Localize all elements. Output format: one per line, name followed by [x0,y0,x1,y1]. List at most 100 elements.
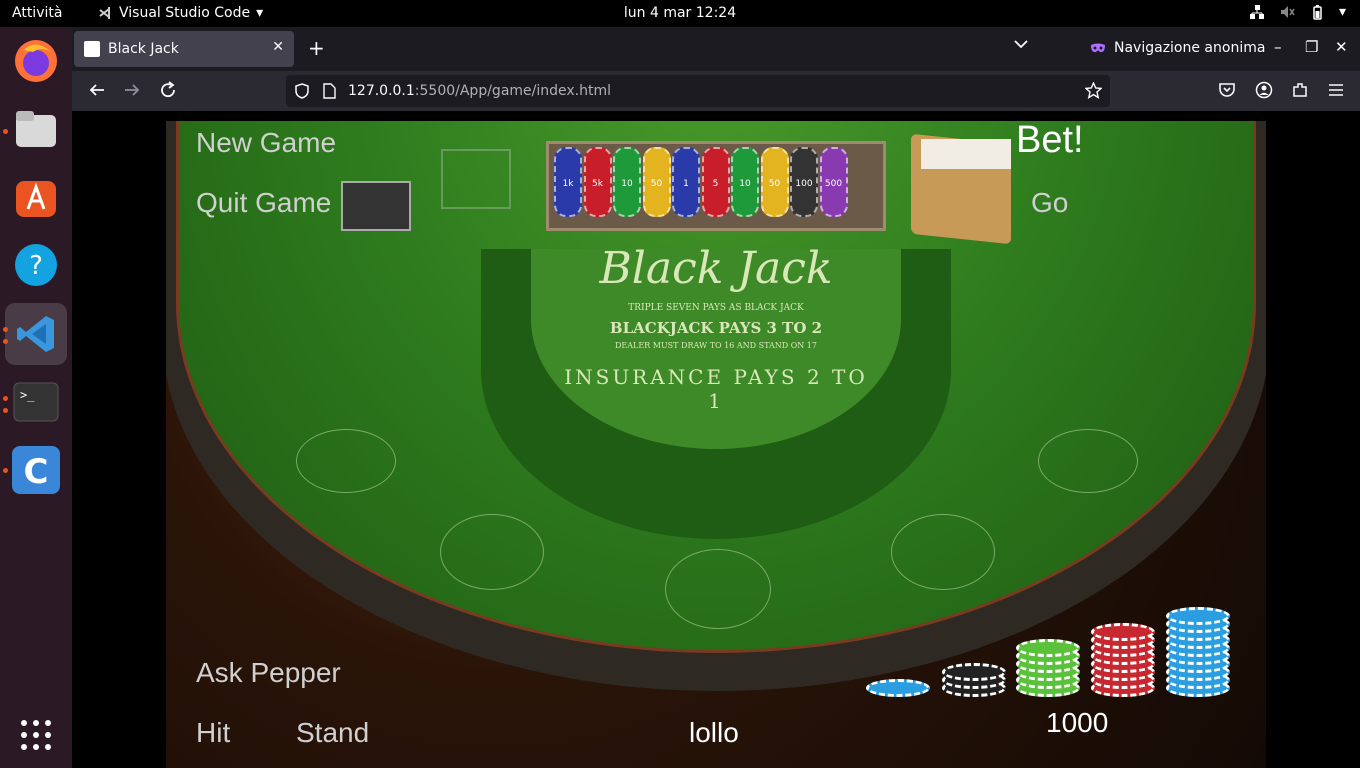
reload-icon[interactable] [159,81,177,99]
favicon-icon [84,41,100,57]
player-spot[interactable] [440,514,544,590]
table-title: Black Jack [599,243,833,294]
tray-chip-column: 500 [819,147,848,217]
network-icon [1249,5,1264,19]
tray-chip-label: 50 [650,179,663,189]
chip [1016,639,1080,657]
tab-strip: Black Jack ✕ + Navigazione anonima – ❐ ✕ [72,27,1360,71]
player-spot[interactable] [296,429,396,493]
list-tabs-icon[interactable] [1014,39,1028,49]
chip [1166,607,1230,625]
app-center-icon [16,181,56,217]
tray-chip-column: 5 [701,147,730,217]
dock-c-app[interactable]: C [12,446,60,494]
tray-chip-label: 50 [768,179,781,189]
tray-chip-label: 5 [712,179,719,189]
red-chip-stack[interactable] [1091,615,1155,699]
table-rule-insurance: INSURANCE PAYS 2 TO 1 [564,365,868,413]
blackjack-game-area: Black Jack TRIPLE SEVEN PAYS AS BLACK JA… [166,121,1266,768]
new-game-button[interactable]: New Game [196,127,336,159]
vscode-icon [17,316,54,352]
tab-black-jack[interactable]: Black Jack ✕ [74,31,294,67]
player-spot[interactable] [1038,429,1138,493]
black-chip-stack[interactable] [942,655,1006,699]
tray-chip-label: 500 [824,179,843,189]
hit-button[interactable]: Hit [196,717,230,749]
dock-running-indicator [3,468,8,473]
url-path: :5500/App/game/index.html [414,83,612,99]
new-tab-button[interactable]: + [308,36,325,60]
tray-chip-column: 1k [554,147,582,217]
navigation-bar: 127.0.0.1:5500/App/game/index.html [72,71,1360,111]
system-top-bar: Attività Visual Studio Code ▾ lun 4 mar … [0,0,1360,27]
green-chip-stack[interactable] [1016,631,1080,699]
dock-running-indicator [3,408,8,413]
tray-chip-column: 5k [583,147,612,217]
close-icon[interactable]: ✕ [272,39,284,55]
bookmark-star-icon[interactable] [1085,82,1102,99]
system-tray[interactable]: ▾ [1249,4,1346,20]
blue-chip-single[interactable] [866,671,930,699]
blue-chip-stack[interactable] [1166,599,1230,699]
stand-button[interactable]: Stand [296,717,369,749]
ask-pepper-button[interactable]: Ask Pepper [196,657,341,689]
tray-chip-column: 10 [613,147,641,217]
dock-running-indicator [3,396,8,401]
dock-files[interactable] [12,105,60,153]
private-label: Navigazione anonima [1114,40,1266,56]
clock[interactable]: lun 4 mar 12:24 [0,5,1360,21]
maximize-button[interactable]: ❐ [1305,38,1318,56]
terminal-icon: >_ [13,382,59,422]
table-rule-dealer-draw: DEALER MUST DRAW TO 16 AND STAND ON 17 [615,341,817,350]
table-rule-blackjack-pays: BLACKJACK PAYS 3 TO 2 [609,319,823,337]
back-arrow-icon[interactable] [88,81,106,99]
tray-chip-column: 50 [642,147,671,217]
page-icon [323,83,336,99]
forward-arrow-icon[interactable] [123,81,141,99]
app-grid-icon [21,720,51,750]
dock-firefox[interactable] [12,37,60,85]
minimize-button[interactable]: – [1274,38,1282,56]
tray-chip-label: 1 [683,179,689,189]
close-window-button[interactable]: ✕ [1335,38,1348,56]
tab-title: Black Jack [108,41,179,57]
discard-tray [441,149,511,209]
shield-icon[interactable] [294,83,310,99]
menu-icon[interactable] [1327,81,1345,99]
firefox-icon [15,40,57,82]
dock-app-center[interactable] [12,173,60,221]
tray-chip-column: 1 [672,147,700,217]
chip [866,679,930,697]
player-spot[interactable] [665,549,771,629]
player-balance: 1000 [1046,707,1109,738]
pocket-icon[interactable] [1218,81,1236,99]
dock-running-indicator [3,327,8,332]
tray-chip-label: 100 [795,179,813,189]
extensions-icon[interactable] [1291,81,1309,99]
tray-chip-column: 100 [790,147,818,217]
tray-chip-column: 50 [760,147,789,217]
player-spot[interactable] [891,514,995,590]
quit-game-button[interactable]: Quit Game [196,187,331,219]
table-rule-triple-seven: TRIPLE SEVEN PAYS AS BLACK JACK [628,303,804,313]
go-button[interactable]: Go [1031,187,1068,219]
svg-text:C: C [24,452,49,492]
dock-show-apps[interactable] [12,711,60,759]
tray-chip-label: 1k [562,179,574,189]
svg-text:?: ? [29,251,43,281]
player-name: lollo [689,717,739,748]
bet-button[interactable]: Bet! [1016,121,1084,162]
url-bar[interactable]: 127.0.0.1:5500/App/game/index.html [286,75,1110,107]
chevron-down-icon: ▾ [1338,4,1346,20]
chip [1091,623,1155,641]
help-icon: ? [15,244,57,286]
dock-terminal[interactable]: >_ [12,378,60,426]
dock-help[interactable]: ? [12,241,60,289]
tray-chip-label: 5k [592,179,603,189]
discard-card [341,181,411,231]
tray-chip-column: 10 [731,147,759,217]
dock-vscode[interactable] [12,310,60,358]
svg-text:>_: >_ [20,388,35,402]
dock: ? >_ C [0,27,72,768]
account-icon[interactable] [1255,81,1273,99]
